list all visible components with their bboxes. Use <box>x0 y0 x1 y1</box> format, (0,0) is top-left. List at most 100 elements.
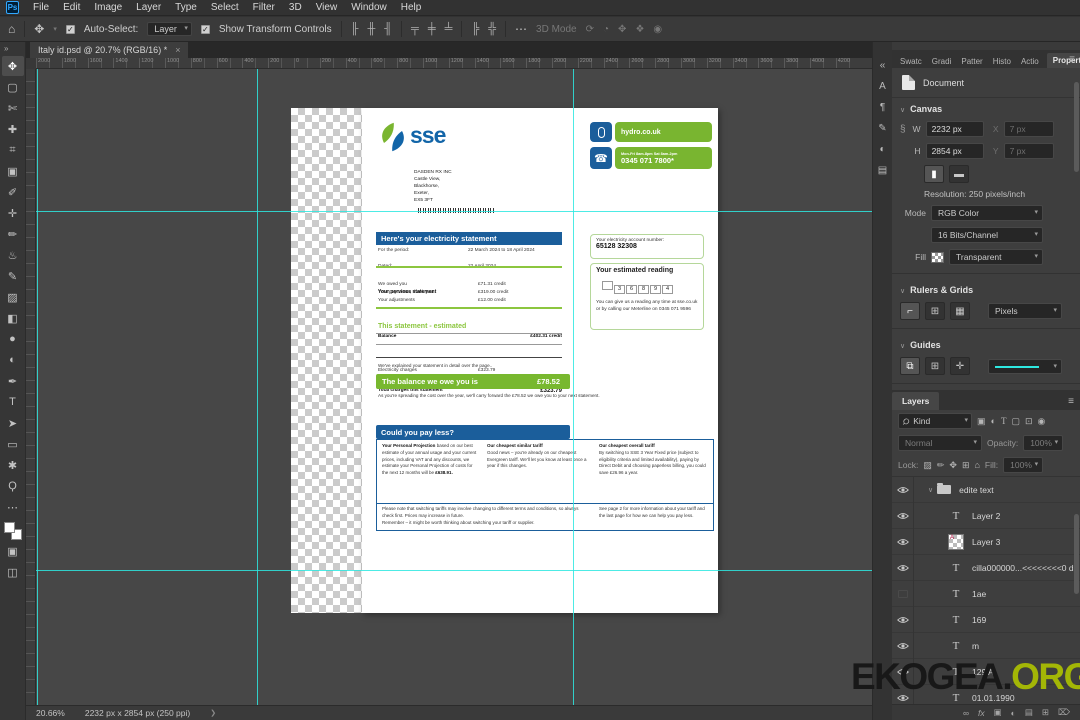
layer-name[interactable]: Layer 3 <box>972 537 1000 547</box>
height-field[interactable]: 2854 px <box>926 143 984 159</box>
lock-all-icon[interactable]: ⌂ <box>974 460 979 470</box>
bit-depth-dropdown[interactable]: 16 Bits/Channel <box>931 227 1043 243</box>
toggle-pixel-grid-icon[interactable]: ▦ <box>950 302 970 320</box>
more-tools[interactable]: ⋯ <box>2 497 24 517</box>
layer-row-text[interactable]: T Layer 2 <box>892 503 1080 529</box>
color-swatches[interactable] <box>4 522 22 540</box>
blend-mode-dropdown[interactable]: Normal <box>898 435 982 451</box>
move-tool-icon[interactable]: ✥ <box>34 22 44 36</box>
visibility-toggle[interactable] <box>892 633 914 659</box>
link-layers-icon[interactable]: ∞ <box>963 708 969 718</box>
lock-transparent-icon[interactable]: ▨ <box>923 460 932 471</box>
3d-camera-icon[interactable]: ◉ <box>653 24 662 35</box>
more-options-icon[interactable]: ⋯ <box>515 22 527 36</box>
filter-type-layers-icon[interactable]: T <box>1001 416 1007 426</box>
guide-vertical-2[interactable] <box>257 69 258 705</box>
lock-position-icon[interactable]: ✥ <box>949 460 957 471</box>
clear-guides-icon[interactable]: ✛ <box>950 357 970 375</box>
menu-item[interactable]: Layer <box>136 2 161 13</box>
panel-tab[interactable]: Gradi <box>930 55 954 68</box>
opacity-dropdown[interactable]: 100% <box>1023 435 1063 451</box>
layer-effects-icon[interactable]: fx <box>978 708 985 718</box>
frame-tool[interactable]: ▣ <box>2 161 24 181</box>
libraries-panel-icon[interactable]: ▤ <box>878 165 887 176</box>
guide-horizontal-2[interactable] <box>36 570 872 571</box>
foreground-color-swatch[interactable] <box>4 522 15 533</box>
align-right-icon[interactable]: ╢ <box>384 23 392 35</box>
lock-image-icon[interactable]: ✏ <box>937 460 945 471</box>
visibility-toggle[interactable] <box>892 477 914 503</box>
filter-smart-objects-icon[interactable]: ⊡ <box>1025 416 1033 427</box>
group-expand-caret-icon[interactable]: ∨ <box>928 486 933 494</box>
layer-name[interactable]: m <box>972 641 979 651</box>
tab-close-icon[interactable]: × <box>175 45 180 55</box>
dodge-tool[interactable]: ◐ <box>2 350 24 370</box>
filter-toggle-icon[interactable]: ◉ <box>1038 416 1046 427</box>
adjustment-layer-icon[interactable]: ◐ <box>1011 708 1016 718</box>
filter-pixel-layers-icon[interactable]: ▣ <box>977 416 986 427</box>
fill-swatch[interactable] <box>931 252 944 263</box>
menu-item[interactable]: Edit <box>63 2 80 13</box>
screen-mode-icon[interactable]: ◫ <box>2 562 24 582</box>
vertical-ruler[interactable] <box>26 69 36 705</box>
paragraph-panel-icon[interactable]: ¶ <box>880 102 885 113</box>
move-tool[interactable]: ✥ <box>2 56 24 76</box>
toggle-guides-icon[interactable]: ⧉ <box>900 357 920 375</box>
width-field[interactable]: 2232 px <box>926 121 984 137</box>
canvas-section-header[interactable]: ∨Canvas <box>892 98 1080 118</box>
guides-section-header[interactable]: ∨Guides <box>892 334 1080 354</box>
document-page[interactable]: sse hydro.co.uk ☎ Mon-Fri 8am-8pm Sat 8a… <box>362 108 718 613</box>
link-dimensions-icon[interactable]: § <box>900 124 906 135</box>
distribute-h-icon[interactable]: ╠ <box>471 23 479 35</box>
layer-filter-kind-dropdown[interactable]: Ϙ Kind <box>898 413 972 429</box>
shape-tool[interactable]: ▭ <box>2 434 24 454</box>
history-brush-tool[interactable]: ✎ <box>2 266 24 286</box>
layer-row-image[interactable]: A Layer 3 <box>892 529 1080 555</box>
align-bottom-icon[interactable]: ╧ <box>445 23 453 35</box>
blur-tool[interactable]: ● <box>2 329 24 349</box>
menu-item[interactable]: Window <box>351 2 387 13</box>
healing-brush-tool[interactable]: ✛ <box>2 203 24 223</box>
rulers-grids-section-header[interactable]: ∨Rulers & Grids <box>892 279 1080 299</box>
align-top-icon[interactable]: ╤ <box>411 23 419 35</box>
properties-scrollbar[interactable] <box>1074 82 1079 172</box>
clone-stamp-tool[interactable]: ♨ <box>2 245 24 265</box>
panel-menu-icon[interactable]: ≡ <box>1069 54 1075 65</box>
app-logo-icon[interactable]: Ps <box>6 1 19 14</box>
layer-name[interactable]: Layer 2 <box>972 511 1000 521</box>
type-tool[interactable]: T <box>2 392 24 412</box>
menu-item[interactable]: Filter <box>253 2 275 13</box>
quick-mask-icon[interactable]: ▣ <box>2 541 24 561</box>
adjustments-panel-icon[interactable]: ◐ <box>879 144 885 155</box>
distribute-v-icon[interactable]: ╬ <box>488 23 496 35</box>
menu-item[interactable]: Select <box>211 2 239 13</box>
panel-tab[interactable]: Swatc <box>898 55 924 68</box>
3d-pan-icon[interactable]: ✥ <box>618 24 626 35</box>
path-select-tool[interactable]: ➤ <box>2 413 24 433</box>
units-dropdown[interactable]: Pixels <box>988 303 1062 319</box>
menu-item[interactable]: 3D <box>289 2 302 13</box>
tool-preset-caret-icon[interactable]: ▾ <box>53 25 57 33</box>
zoom-tool[interactable]: Ϙ <box>2 476 24 496</box>
canvas[interactable]: 2000180016001400120010008006004002000200… <box>26 58 872 705</box>
visibility-toggle[interactable] <box>892 529 914 555</box>
crop-tool[interactable]: ⌗ <box>2 140 24 160</box>
home-icon[interactable]: ⌂ <box>8 22 15 36</box>
gradient-tool[interactable]: ◧ <box>2 308 24 328</box>
x-field[interactable]: 7 px <box>1004 121 1054 137</box>
glyphs-panel-icon[interactable]: ✎ <box>878 123 886 134</box>
quick-selection-tool[interactable]: ✚ <box>2 119 24 139</box>
color-mode-dropdown[interactable]: RGB Color <box>931 205 1043 221</box>
guide-vertical-1[interactable] <box>37 69 38 705</box>
layer-row-group[interactable]: ∨ edite text <box>892 477 1080 503</box>
document-tab[interactable]: Italy id.psd @ 20.7% (RGB/16) * × <box>30 42 188 58</box>
fill-opacity-dropdown[interactable]: 100% <box>1003 457 1043 473</box>
lasso-tool[interactable]: ✄ <box>2 98 24 118</box>
eyedropper-tool[interactable]: ✐ <box>2 182 24 202</box>
3d-rotate-icon[interactable]: ⟳ <box>586 24 594 35</box>
panel-tab[interactable]: Properties <box>1047 53 1080 68</box>
fill-dropdown[interactable]: Transparent <box>949 249 1043 265</box>
guide-horizontal-1[interactable] <box>36 211 872 212</box>
auto-select-target-dropdown[interactable]: Layer <box>147 22 192 36</box>
visibility-toggle[interactable] <box>892 607 914 633</box>
